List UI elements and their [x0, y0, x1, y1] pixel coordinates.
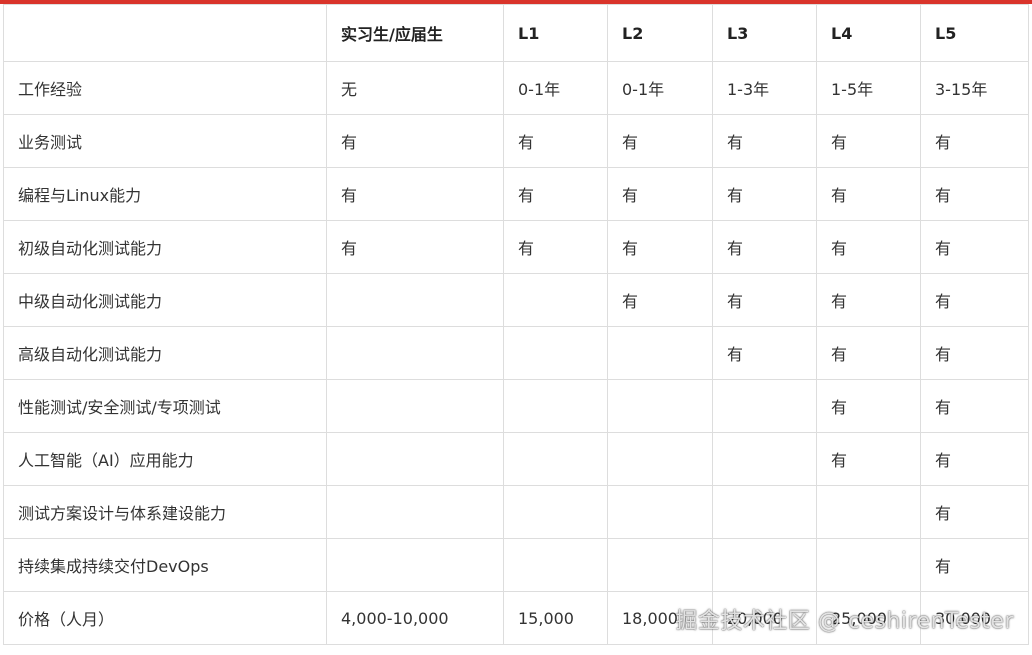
- header-cell: L3: [712, 4, 817, 62]
- table-cell: [607, 379, 713, 433]
- table-cell: 有: [326, 114, 504, 168]
- table-cell: [712, 379, 817, 433]
- table-cell: [503, 538, 608, 592]
- table-cell: 有: [712, 326, 817, 380]
- level-comparison-table: 实习生/应届生 L1 L2 L3 L4 L5 工作经验 无 0-1年 0-1年 …: [3, 4, 1029, 645]
- table-cell: [712, 485, 817, 539]
- table-cell: 有: [607, 273, 713, 327]
- table-cell: [503, 326, 608, 380]
- table-cell: 1-3年: [712, 61, 817, 115]
- table-cell: 1-5年: [816, 61, 921, 115]
- table-cell: 有: [920, 538, 1029, 592]
- table-cell: 0-1年: [503, 61, 608, 115]
- table-row: 工作经验 无 0-1年 0-1年 1-3年 1-5年 3-15年: [3, 61, 1029, 115]
- row-label: 性能测试/安全测试/专项测试: [3, 379, 327, 433]
- row-label: 价格（人月）: [3, 591, 327, 645]
- table-cell: [816, 485, 921, 539]
- row-label: 工作经验: [3, 61, 327, 115]
- table-cell: 15,000: [503, 591, 608, 645]
- table-cell: 有: [712, 114, 817, 168]
- table-cell: [712, 432, 817, 486]
- table-cell: [816, 538, 921, 592]
- table-cell: 有: [712, 273, 817, 327]
- table-cell: 有: [816, 432, 921, 486]
- table-cell: [607, 432, 713, 486]
- table-cell: 有: [503, 114, 608, 168]
- table-cell: 有: [326, 220, 504, 274]
- table-cell: 有: [503, 167, 608, 221]
- table-cell: [503, 273, 608, 327]
- table-cell: [326, 538, 504, 592]
- table-cell: 3-15年: [920, 61, 1029, 115]
- row-label: 中级自动化测试能力: [3, 273, 327, 327]
- table-cell: 有: [920, 114, 1029, 168]
- row-label: 人工智能（AI）应用能力: [3, 432, 327, 486]
- table-cell: 有: [607, 167, 713, 221]
- table-cell: [326, 485, 504, 539]
- table-cell: 0-1年: [607, 61, 713, 115]
- table-cell: 有: [607, 114, 713, 168]
- table-cell: 有: [816, 326, 921, 380]
- table-cell: 有: [607, 220, 713, 274]
- header-cell: [3, 4, 327, 62]
- table-header-row: 实习生/应届生 L1 L2 L3 L4 L5: [3, 4, 1029, 62]
- table-cell: 4,000-10,000: [326, 591, 504, 645]
- table-cell: 有: [816, 220, 921, 274]
- row-label: 初级自动化测试能力: [3, 220, 327, 274]
- table-cell: 有: [920, 220, 1029, 274]
- table-row: 初级自动化测试能力 有 有 有 有 有 有: [3, 220, 1029, 274]
- table-cell: 有: [920, 379, 1029, 433]
- table-cell: [503, 379, 608, 433]
- table-cell: 有: [816, 167, 921, 221]
- header-cell: L4: [816, 4, 921, 62]
- table-row: 持续集成持续交付DevOps 有: [3, 538, 1029, 592]
- table-row: 性能测试/安全测试/专项测试 有 有: [3, 379, 1029, 433]
- table-cell: [503, 432, 608, 486]
- table-row: 编程与Linux能力 有 有 有 有 有 有: [3, 167, 1029, 221]
- row-label: 测试方案设计与体系建设能力: [3, 485, 327, 539]
- table-cell: [607, 326, 713, 380]
- table-cell: [326, 432, 504, 486]
- watermark-text: 掘金技术社区 @ ceshirenTester: [675, 609, 1014, 634]
- table-cell: [712, 538, 817, 592]
- row-label: 持续集成持续交付DevOps: [3, 538, 327, 592]
- table-row: 中级自动化测试能力 有 有 有 有: [3, 273, 1029, 327]
- header-cell: L5: [920, 4, 1029, 62]
- table-cell: 有: [920, 167, 1029, 221]
- table-row: 人工智能（AI）应用能力 有 有: [3, 432, 1029, 486]
- table-cell: 有: [920, 273, 1029, 327]
- row-label: 业务测试: [3, 114, 327, 168]
- table-row: 业务测试 有 有 有 有 有 有: [3, 114, 1029, 168]
- table-cell: 有: [503, 220, 608, 274]
- table-cell: 有: [816, 114, 921, 168]
- row-label: 高级自动化测试能力: [3, 326, 327, 380]
- table-cell: 有: [920, 326, 1029, 380]
- table-cell: 有: [326, 167, 504, 221]
- table-cell: 有: [816, 273, 921, 327]
- table-cell: 有: [816, 379, 921, 433]
- comparison-table-container: 实习生/应届生 L1 L2 L3 L4 L5 工作经验 无 0-1年 0-1年 …: [3, 4, 1029, 645]
- header-cell: L2: [607, 4, 713, 62]
- table-cell: [503, 485, 608, 539]
- table-row: 高级自动化测试能力 有 有 有: [3, 326, 1029, 380]
- table-cell: 无: [326, 61, 504, 115]
- table-cell: 有: [712, 167, 817, 221]
- table-cell: [326, 326, 504, 380]
- header-cell: 实习生/应届生: [326, 4, 504, 62]
- table-cell: [326, 273, 504, 327]
- table-cell: [607, 485, 713, 539]
- table-cell: 有: [920, 432, 1029, 486]
- header-cell: L1: [503, 4, 608, 62]
- table-cell: 有: [712, 220, 817, 274]
- table-cell: [607, 538, 713, 592]
- table-cell: [326, 379, 504, 433]
- row-label: 编程与Linux能力: [3, 167, 327, 221]
- table-row: 测试方案设计与体系建设能力 有: [3, 485, 1029, 539]
- table-cell: 有: [920, 485, 1029, 539]
